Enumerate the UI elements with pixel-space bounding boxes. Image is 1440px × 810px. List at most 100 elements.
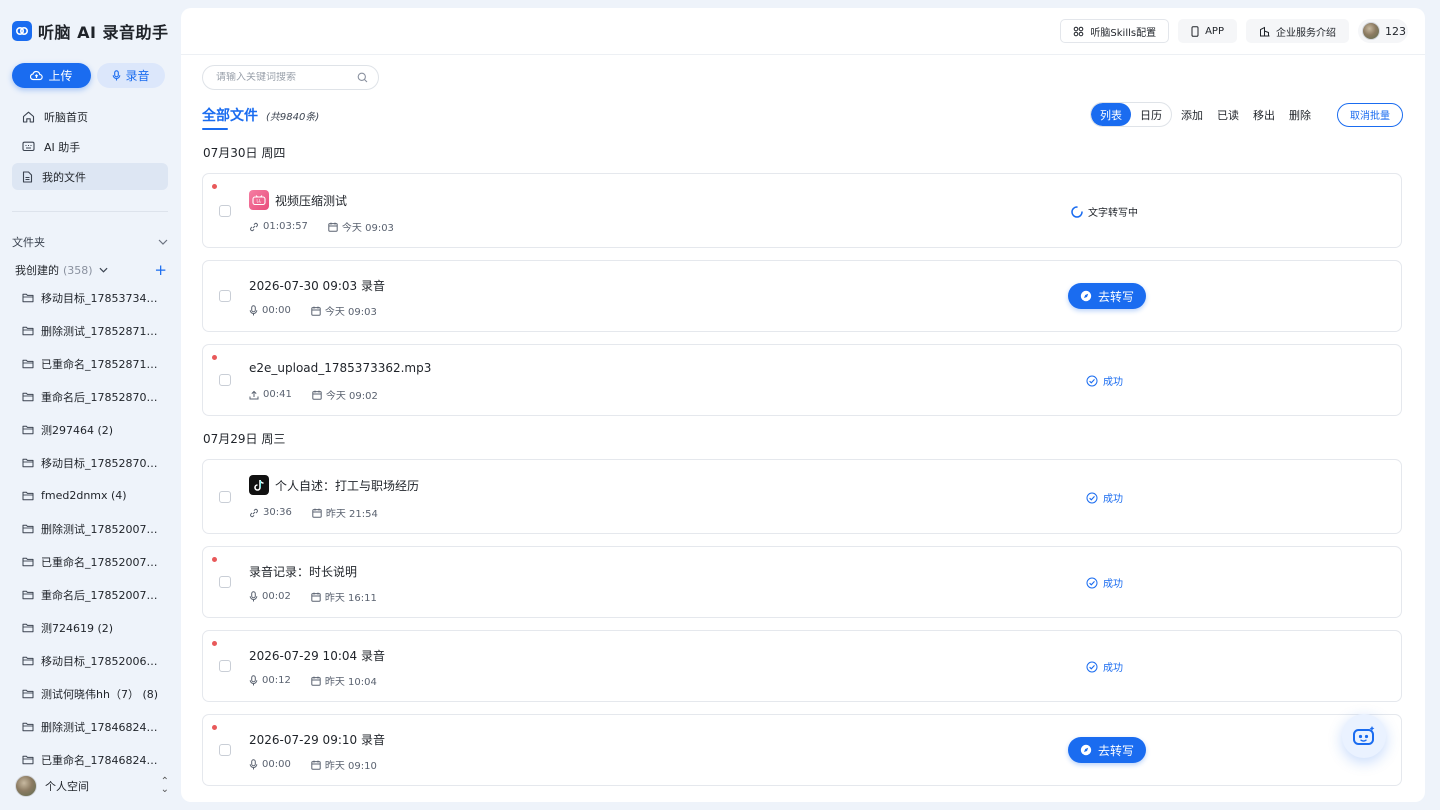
row-checkbox[interactable] [219,744,231,756]
go-transcribe-button[interactable]: 去转写 [1068,283,1146,309]
folder-label: 已重命名_1785287107 (... [41,357,163,371]
folder-item[interactable]: 测297464 (2) [12,413,168,446]
main-nav: 听脑首页 AI 助手 我的文件 [12,103,168,193]
file-row[interactable]: 2026-07-29 09:10 录音 00:00 昨天 09:10 去转写 [202,714,1402,786]
folder-item[interactable]: 移动目标_1785373497 ... [12,281,168,314]
chevron-down-icon[interactable] [99,267,108,273]
app-button[interactable]: APP [1178,19,1237,43]
mic-icon [249,305,258,316]
folder-icon [22,326,34,336]
avatar [15,775,37,797]
nav-item-ai-assistant[interactable]: AI 助手 [12,133,168,160]
folder-item[interactable]: 已重命名_1784682438 ... [12,743,168,767]
row-checkbox[interactable] [219,660,231,672]
ai-bot-floating-button[interactable] [1342,714,1386,758]
mic-icon [113,70,121,81]
mark-read-action[interactable]: 已读 [1217,107,1239,123]
folder-item[interactable]: 删除测试_1785287120 ... [12,314,168,347]
row-checkbox[interactable] [219,205,231,217]
calendar-icon [328,222,338,232]
space-label: 个人空间 [45,780,89,793]
space-switcher[interactable]: 个人空间 ⌃ ⌄ [15,774,169,798]
delete-action[interactable]: 删除 [1289,107,1311,123]
calendar-icon [311,676,321,686]
nav-item-label: 我的文件 [42,170,86,184]
app-label: APP [1205,25,1224,37]
add-folder-icon[interactable]: + [154,263,167,278]
add-action[interactable]: 添加 [1181,107,1203,123]
file-title[interactable]: 个人自述：打工与职场经历 [275,477,419,494]
unread-dot [212,725,217,730]
folder-item[interactable]: 删除测试_1785200743 ... [12,512,168,545]
nav-item-home[interactable]: 听脑首页 [12,103,168,130]
file-title[interactable]: 2026-07-30 09:03 录音 [249,277,385,294]
row-checkbox[interactable] [219,290,231,302]
file-title[interactable]: 视频压缩测试 [275,192,347,209]
folder-item[interactable]: 移动目标_1785200673 ... [12,644,168,677]
view-calendar-tab[interactable]: 日历 [1131,103,1171,126]
record-button[interactable]: 录音 [97,63,165,88]
view-list-tab[interactable]: 列表 [1091,103,1131,126]
skills-config-button[interactable]: 听脑Skills配置 [1060,19,1170,43]
folder-item[interactable]: fmed2dnmx (4) [12,479,168,512]
folder-icon [22,425,34,435]
row-checkbox[interactable] [219,374,231,386]
row-checkbox[interactable] [219,491,231,503]
upload-button[interactable]: 上传 [12,63,91,88]
file-title[interactable]: 2026-07-29 09:10 录音 [249,731,385,748]
search-input[interactable] [216,72,356,83]
created-by-me-row[interactable]: 我创建的 (358) + [15,262,167,278]
row-checkbox[interactable] [219,576,231,588]
folder-icon [22,590,34,600]
nav-item-label: AI 助手 [44,140,81,154]
folder-item[interactable]: 重命名后_1785200720 ... [12,578,168,611]
file-row[interactable]: 个人自述：打工与职场经历 30:36 昨天 21:54 成功 [202,459,1402,534]
folder-item[interactable]: 测724619 (2) [12,611,168,644]
check-circle-icon [1086,492,1098,503]
calendar-icon [312,390,322,400]
file-duration: 00:00 [262,305,291,316]
file-row[interactable]: 2026-07-29 10:04 录音 00:12 昨天 10:04 成功 [202,630,1402,702]
page-title: 全部文件 [202,105,258,130]
folders-header[interactable]: 文件夹 [12,234,168,250]
file-title[interactable]: 录音记录：时长说明 [249,563,357,580]
file-toolbar: 列表 日历 添加 已读 移出 删除 取消批量 [1090,102,1403,127]
search-box[interactable] [202,65,379,90]
bilibili-icon: ᏓᏓ [249,190,269,210]
folder-item[interactable]: 重命名后_1785287096 ... [12,380,168,413]
folder-item[interactable]: 已重命名_1785200729 ... [12,545,168,578]
folder-icon [22,392,34,402]
folder-icon [22,557,34,567]
enterprise-service-button[interactable]: 企业服务介绍 [1246,19,1349,43]
sidebar: 听脑 AI 录音助手 上传 录音 听脑首页 AI 助手 我的文件 文件夹 我创建 [0,0,180,810]
folder-item[interactable]: 移动目标_1785287046 ... [12,446,168,479]
folder-label: 移动目标_1785373497 ... [41,291,163,305]
user-menu[interactable]: 123 [1358,19,1408,43]
calendar-icon [311,306,321,316]
folder-icon [22,524,34,534]
brand[interactable]: 听脑 AI 录音助手 [12,20,168,42]
file-title[interactable]: 2026-07-29 10:04 录音 [249,647,385,664]
search-icon[interactable] [357,72,368,83]
file-row[interactable]: ᏓᏓ 视频压缩测试 01:03:57 今天 09:03 文字转写中 [202,173,1402,248]
avatar [1362,22,1380,40]
success-status: 成功 [1086,659,1123,674]
file-row[interactable]: 2026-07-30 09:03 录音 00:00 今天 09:03 去转写 [202,260,1402,332]
file-row[interactable]: e2e_upload_1785373362.mp3 00:41 今天 09:02… [202,344,1402,416]
link-icon [250,222,258,231]
compass-icon [1080,744,1092,756]
file-title[interactable]: e2e_upload_1785373362.mp3 [249,361,431,375]
go-transcribe-button[interactable]: 去转写 [1068,737,1146,763]
spinner-icon [1071,205,1083,218]
file-row[interactable]: 录音记录：时长说明 00:02 昨天 16:11 成功 [202,546,1402,618]
link-icon [250,508,258,517]
move-out-action[interactable]: 移出 [1253,107,1275,123]
folder-item[interactable]: 已重命名_1785287107 (... [12,347,168,380]
cancel-batch-button[interactable]: 取消批量 [1337,102,1403,127]
folder-item[interactable]: 测试何晓伟hh（7） (8) [12,677,168,710]
folder-item[interactable]: 删除测试_1784682455 ... [12,710,168,743]
chevron-down-icon[interactable] [158,239,168,245]
folder-label: 重命名后_1785287096 ... [41,390,163,404]
keyboard-icon [22,141,35,152]
nav-item-my-files[interactable]: 我的文件 [12,163,168,190]
